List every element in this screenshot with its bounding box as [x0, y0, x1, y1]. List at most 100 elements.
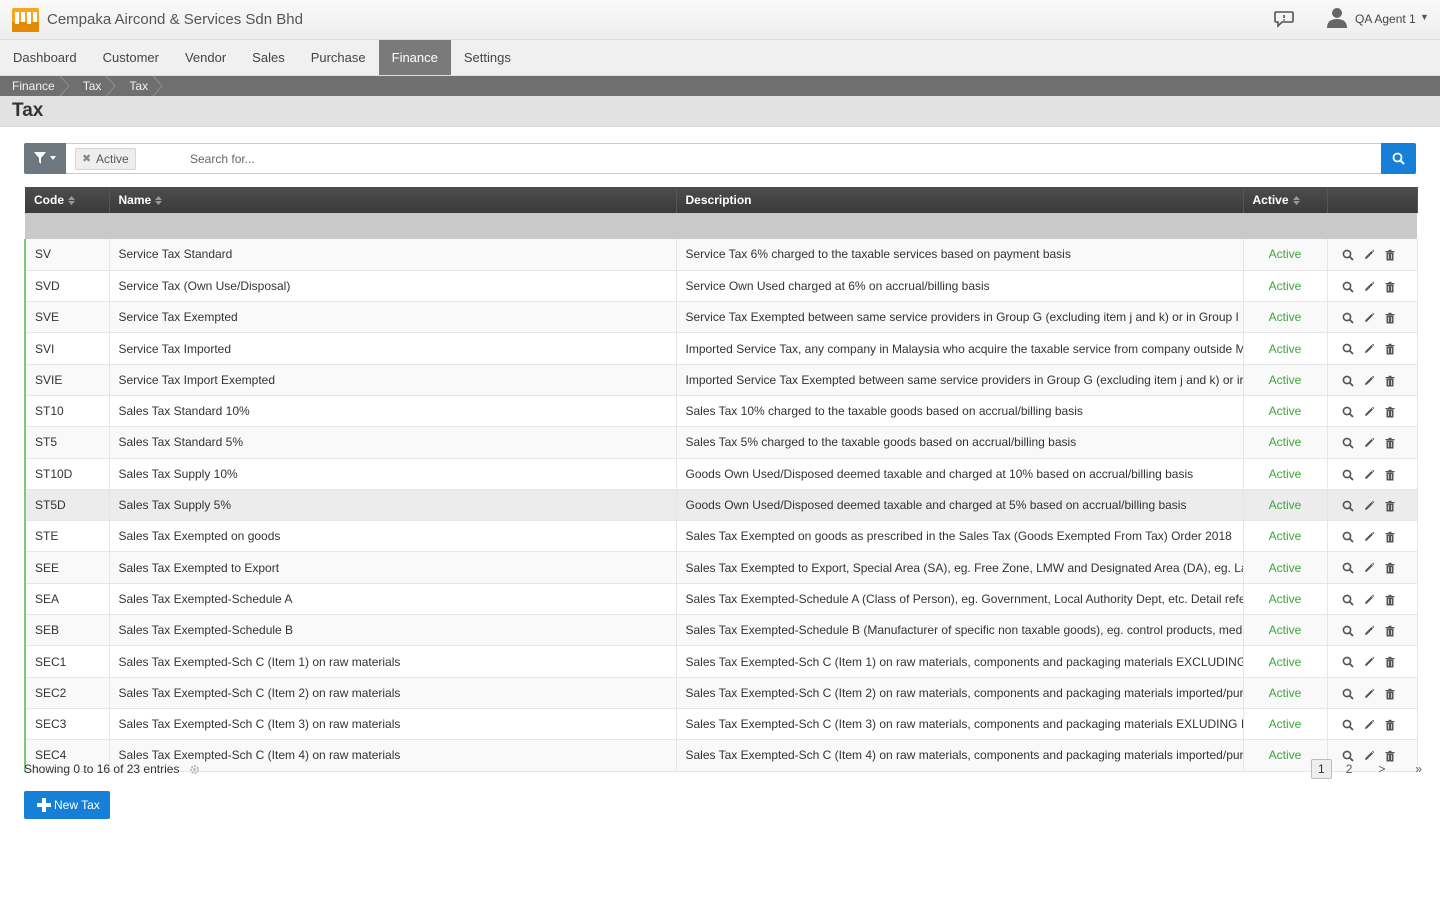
table-row[interactable]: SVI Service Tax Imported Imported Service …: [24, 332, 1418, 365]
gear-icon[interactable]: [189, 764, 200, 775]
table-row[interactable]: SEC1 Sales Tax Exempted-Sch C (Item 1) on…: [24, 645, 1418, 678]
search-icon[interactable]: [1342, 594, 1354, 606]
trash-icon[interactable]: [1384, 688, 1396, 700]
nav-vendor[interactable]: Vendor: [172, 40, 239, 75]
search-icon[interactable]: [1342, 500, 1354, 512]
trash-icon[interactable]: [1384, 312, 1396, 324]
table-row[interactable]: ST10 Sales Tax Standard 10% Sales Tax 10% …: [24, 395, 1418, 427]
table-row[interactable]: SVIE Service Tax Import Exempted Imported …: [24, 364, 1418, 396]
nav-sales[interactable]: Sales: [239, 40, 298, 75]
trash-icon[interactable]: [1384, 469, 1396, 481]
table-row[interactable]: SVE Service Tax Exempted Service Tax Exemp…: [24, 301, 1418, 333]
cell-description: Sales Tax Exempted on goods as prescribe…: [676, 520, 1244, 552]
pencil-icon[interactable]: [1363, 562, 1375, 574]
search-icon[interactable]: [1342, 625, 1354, 637]
trash-icon[interactable]: [1384, 249, 1396, 261]
company-logo[interactable]: [12, 8, 39, 32]
pencil-icon[interactable]: [1363, 343, 1375, 355]
pencil-icon[interactable]: [1363, 656, 1375, 668]
last-page-button[interactable]: »: [1409, 760, 1428, 778]
column-header-name[interactable]: Name: [109, 187, 677, 213]
search-icon[interactable]: [1342, 343, 1354, 355]
search-icon[interactable]: [1342, 688, 1354, 700]
user-icon[interactable]: [1326, 6, 1348, 28]
nav-finance[interactable]: Finance: [378, 40, 451, 75]
pencil-icon[interactable]: [1363, 469, 1375, 481]
search-icon[interactable]: [1342, 719, 1354, 731]
breadcrumb-item[interactable]: Finance: [0, 76, 71, 96]
trash-icon[interactable]: [1384, 437, 1396, 449]
pencil-icon[interactable]: [1363, 688, 1375, 700]
search-icon[interactable]: [1342, 281, 1354, 293]
cell-name: Service Tax Import Exempted: [109, 364, 677, 396]
table-row[interactable]: ST10D Sales Tax Supply 10% Goods Own Used/…: [24, 458, 1418, 490]
trash-icon[interactable]: [1384, 562, 1396, 574]
search-icon[interactable]: [1342, 406, 1354, 418]
search-input[interactable]: [180, 144, 1300, 173]
search-icon[interactable]: [1342, 562, 1354, 575]
search-button[interactable]: [1381, 143, 1416, 174]
cell-actions: [1327, 395, 1418, 427]
table-row[interactable]: ST5D Sales Tax Supply 5% Goods Own Used/Di…: [24, 489, 1418, 521]
column-header-active[interactable]: Active: [1243, 187, 1328, 213]
table-row[interactable]: SEC4 Sales Tax Exempted-Sch C (Item 4) on…: [24, 739, 1418, 772]
close-icon[interactable]: ✖: [82, 149, 91, 169]
pencil-icon[interactable]: [1363, 281, 1375, 293]
filter-button[interactable]: [24, 143, 66, 174]
pencil-icon[interactable]: [1363, 375, 1375, 387]
trash-icon[interactable]: [1384, 656, 1396, 668]
next-page-button[interactable]: >: [1372, 760, 1391, 778]
pencil-icon[interactable]: [1363, 437, 1375, 449]
trash-icon[interactable]: [1384, 531, 1396, 543]
table-row[interactable]: SEA Sales Tax Exempted-Schedule A Sales Ta…: [24, 583, 1418, 615]
breadcrumb-item[interactable]: Tax: [117, 76, 164, 96]
trash-icon[interactable]: [1384, 594, 1396, 606]
page-button-2[interactable]: 2: [1340, 760, 1359, 778]
table-row[interactable]: SEC3 Sales Tax Exempted-Sch C (Item 3) on…: [24, 708, 1418, 740]
nav-customer[interactable]: Customer: [90, 40, 172, 75]
page-button-1[interactable]: 1: [1311, 759, 1332, 779]
nav-dashboard[interactable]: Dashboard: [0, 40, 90, 75]
table-row[interactable]: STE Sales Tax Exempted on goods Sales Tax …: [24, 520, 1418, 552]
breadcrumb-label: Tax: [129, 79, 149, 93]
pencil-icon[interactable]: [1363, 531, 1375, 543]
pencil-icon[interactable]: [1363, 312, 1375, 324]
pencil-icon[interactable]: [1363, 625, 1375, 637]
pencil-icon[interactable]: [1363, 406, 1375, 418]
nav-settings[interactable]: Settings: [451, 40, 524, 75]
search-icon[interactable]: [1342, 656, 1354, 668]
table-row[interactable]: ST5 Sales Tax Standard 5% Sales Tax 5% cha…: [24, 426, 1418, 459]
trash-icon[interactable]: [1384, 625, 1396, 637]
chat-icon[interactable]: [1273, 9, 1295, 29]
column-header-actions: [1327, 187, 1418, 213]
filter-tag[interactable]: ✖ Active: [75, 148, 136, 170]
pencil-icon[interactable]: [1363, 719, 1375, 731]
search-icon[interactable]: [1342, 469, 1354, 481]
pencil-icon[interactable]: [1363, 500, 1375, 512]
pencil-icon[interactable]: [1363, 594, 1375, 606]
pencil-icon[interactable]: [1363, 249, 1375, 261]
nav-purchase[interactable]: Purchase: [298, 40, 379, 75]
trash-icon[interactable]: [1384, 375, 1396, 387]
search-icon[interactable]: [1342, 437, 1354, 449]
breadcrumb-item[interactable]: Tax: [71, 76, 118, 96]
trash-icon[interactable]: [1384, 281, 1396, 293]
search-icon[interactable]: [1342, 531, 1354, 543]
search-icon[interactable]: [1342, 249, 1354, 261]
search-icon[interactable]: [1342, 312, 1354, 324]
trash-icon[interactable]: [1384, 500, 1396, 512]
table-row[interactable]: SEE Sales Tax Exempted to Export Sales Tax…: [24, 551, 1418, 584]
trash-icon[interactable]: [1384, 343, 1396, 355]
search-icon[interactable]: [1342, 375, 1354, 387]
table-row[interactable]: SEB Sales Tax Exempted-Schedule B Sales Ta…: [24, 614, 1418, 646]
table-row[interactable]: SEC2 Sales Tax Exempted-Sch C (Item 2) on…: [24, 677, 1418, 709]
column-header-code[interactable]: Code: [25, 187, 110, 213]
caret-down-icon[interactable]: ▼: [1420, 12, 1429, 22]
user-name[interactable]: QA Agent 1: [1355, 12, 1416, 26]
table-row[interactable]: SVD Service Tax (Own Use/Disposal) Service…: [24, 270, 1418, 302]
cell-actions: [1327, 551, 1418, 584]
trash-icon[interactable]: [1384, 719, 1396, 731]
trash-icon[interactable]: [1384, 406, 1396, 418]
table-row[interactable]: SV Service Tax Standard Service Tax 6% cha…: [24, 239, 1418, 271]
new-tax-button[interactable]: New Tax: [24, 791, 110, 819]
